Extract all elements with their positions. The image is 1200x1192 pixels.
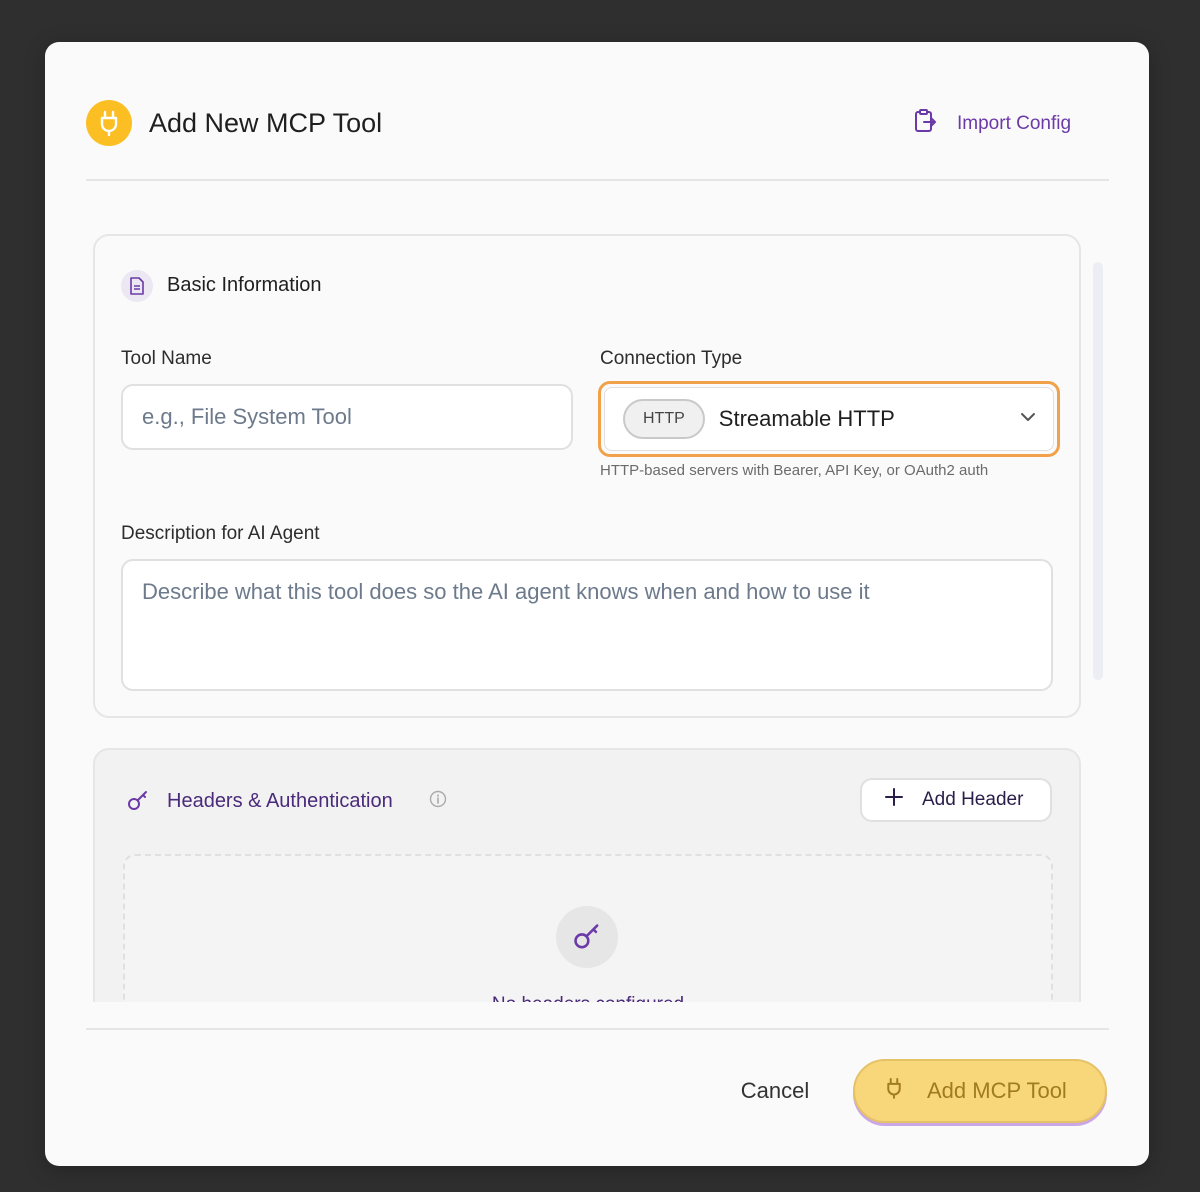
connection-type-value: Streamable HTTP [718,406,895,431]
add-header-label: Add Header [922,789,1024,810]
key-icon [127,790,149,817]
add-mcp-tool-button[interactable]: Add MCP Tool [853,1059,1107,1123]
plug-icon [86,100,132,146]
add-mcp-tool-label: Add MCP Tool [927,1078,1067,1103]
connection-type-label: Connection Type [600,348,743,369]
header-divider [86,179,1109,181]
description-label: Description for AI Agent [121,523,320,544]
add-mcp-tool-dialog: Add New MCP Tool Import Config Basic Inf… [45,42,1149,1166]
connection-type-focus-ring: HTTP Streamable HTTP [598,381,1060,457]
description-textarea[interactable] [121,559,1053,691]
key-icon [556,906,618,968]
plus-icon [884,787,904,813]
headers-authentication-title: Headers & Authentication [167,790,393,812]
tool-name-input[interactable] [121,384,573,450]
footer-divider [86,1028,1109,1030]
headers-empty-state: No headers configured [123,854,1053,1002]
dialog-title: Add New MCP Tool [149,108,383,138]
add-header-button[interactable]: Add Header [860,778,1052,822]
tool-name-label: Tool Name [121,348,212,369]
connection-type-hint: HTTP-based servers with Bearer, API Key,… [600,462,989,479]
clipboard-import-icon [913,108,937,140]
form-scroll-area[interactable]: Basic Information Tool Name Connection T… [86,222,1109,1002]
import-config-button[interactable]: Import Config [913,104,1071,144]
scrollbar[interactable] [1093,262,1103,680]
basic-information-card: Basic Information Tool Name Connection T… [93,234,1081,718]
chevron-down-icon [1019,410,1037,428]
headers-authentication-card: Headers & Authentication Add Header [93,748,1081,1002]
basic-information-title: Basic Information [167,274,322,296]
cancel-button[interactable]: Cancel [725,1068,825,1114]
connection-type-select[interactable]: HTTP Streamable HTTP [604,387,1054,451]
plug-icon [885,1076,903,1106]
http-badge: HTTP [623,399,705,439]
import-config-label: Import Config [957,113,1072,134]
empty-state-text: No headers configured [125,994,1051,1002]
info-icon[interactable] [429,790,447,813]
document-icon [121,270,153,302]
